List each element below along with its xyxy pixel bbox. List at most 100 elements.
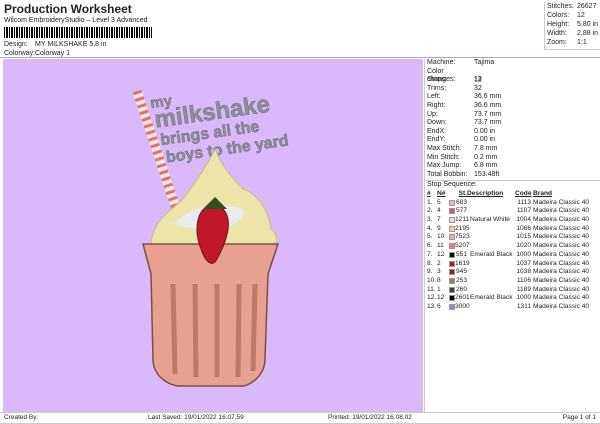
table-row: 11. 1 260 1189 Madeira Classic 40 xyxy=(427,286,600,295)
table-row: 1. 5 683 1113 Madeira Classic 40 xyxy=(427,199,600,208)
info-label: Zoom: xyxy=(547,39,567,46)
info-value: 26627 xyxy=(577,3,597,10)
info-row: EndX: 0.00 in xyxy=(425,128,600,137)
thread-code: 1113 xyxy=(517,198,531,206)
stitch-cell: 683 xyxy=(449,199,467,208)
thread-code: 1107 xyxy=(516,207,531,215)
needle-number: 1 xyxy=(437,285,441,293)
thread-code: 1189 xyxy=(516,285,531,293)
page-title: Production Worksheet xyxy=(4,2,132,16)
stop-number: 8. xyxy=(427,259,433,267)
stop-number: 4. xyxy=(427,224,433,232)
info-value: 36.6 mm xyxy=(474,101,502,109)
thread-brand: Madeira Classic 40 xyxy=(533,250,590,258)
info-label: Machine: xyxy=(427,59,456,66)
info-row: Machine: Tajima xyxy=(425,59,600,68)
stitch-cell: 7523 xyxy=(449,233,470,242)
stitch-count: 3000 xyxy=(455,303,470,311)
thread-code: 1015 xyxy=(516,233,531,241)
description xyxy=(467,286,515,295)
colorway-row: Colorway:Colorway 1 xyxy=(4,50,70,57)
info-value: 2.88 in xyxy=(577,30,599,37)
info-row: Width: 2.88 in xyxy=(547,29,600,38)
color-swatch xyxy=(449,269,455,276)
info-label: Height: xyxy=(547,21,570,28)
last-saved: Last Saved: 19/01/2022 16.07.59 xyxy=(148,414,244,421)
info-row: Up: 73.7 mm xyxy=(425,111,600,120)
thread-code: 1037 xyxy=(516,259,531,267)
thread-brand: Madeira Classic 40 xyxy=(533,303,590,311)
info-row: Total Bobbin: 153.48ft xyxy=(425,171,600,180)
stop-sequence-table: # N# St. Description Code Brand 1. 5 683 1113… xyxy=(427,190,600,312)
thread-code: 1038 xyxy=(516,268,531,276)
stop-number: 10. xyxy=(427,276,437,284)
column-header: Description xyxy=(467,189,504,197)
needle-number: 3 xyxy=(437,268,441,276)
stop-sequence-title: Stop Sequence: xyxy=(427,181,477,189)
table-row: 13. 6 3000 1311 Madeira Classic 40 xyxy=(427,303,600,312)
info-value: 153.48ft xyxy=(474,170,500,178)
needle-number: 10 xyxy=(437,233,445,241)
color-swatch xyxy=(449,251,455,258)
stitch-count: 577 xyxy=(455,207,467,215)
needle-number: 6 xyxy=(437,303,441,311)
info-row: Colors: 12 xyxy=(547,11,600,20)
stitch-cell: 577 xyxy=(449,207,467,216)
description xyxy=(467,242,515,251)
thread-brand: Madeira Classic 40 xyxy=(533,198,590,206)
thread-code: 1106 xyxy=(516,276,531,284)
info-label: Width: xyxy=(547,30,567,37)
design-canvas[interactable]: my milkshake brings all the boys to the … xyxy=(3,59,423,412)
info-row: Trims: 32 xyxy=(425,85,600,94)
info-value: 1:1 xyxy=(577,39,587,46)
column-header: N# xyxy=(437,189,446,197)
info-row: Color changes: 12 xyxy=(425,68,600,84)
colorway-label: Colorway: xyxy=(4,50,36,57)
stitch-cell: 3000 xyxy=(449,303,470,312)
info-row: Down: 73.7 mm xyxy=(425,119,600,128)
thread-code: 1311 xyxy=(516,303,531,311)
thread-brand: Madeira Classic 40 xyxy=(533,276,590,284)
info-row: Max Stitch: 7.8 mm xyxy=(425,145,600,154)
table-row: 3. 7 1211 Natural White 1004 Madeira Cla… xyxy=(427,216,600,225)
info-value: 0.00 in xyxy=(474,127,496,135)
page-number: Page 1 of 1 xyxy=(562,414,596,421)
thread-code: 1000 xyxy=(516,294,531,302)
thread-code: 1004 xyxy=(516,216,531,224)
stitch-count: 551 xyxy=(455,250,467,258)
thread-code: 1000 xyxy=(516,250,531,258)
color-swatch xyxy=(449,277,455,284)
stop-number: 3. xyxy=(427,216,433,224)
info-value: 73.7 mm xyxy=(474,119,502,127)
stitch-count: 253 xyxy=(455,276,467,284)
description: Natural White xyxy=(470,216,510,224)
info-label: Min Stitch: xyxy=(427,153,460,161)
thread-brand: Madeira Classic 40 xyxy=(533,216,590,224)
thread-brand: Madeira Classic 40 xyxy=(533,224,590,232)
info-value: 36.6 mm xyxy=(474,93,502,101)
design-text: my milkshake brings all the boys to the … xyxy=(149,90,290,166)
stitch-count: 1619 xyxy=(455,259,470,267)
stop-number: 6. xyxy=(427,242,433,250)
stitch-count: 2195 xyxy=(455,224,470,232)
info-label: Right: xyxy=(427,101,446,109)
description xyxy=(467,207,515,216)
column-header: St. xyxy=(458,189,467,197)
stitch-count: 683 xyxy=(455,198,467,206)
description xyxy=(467,225,515,234)
info-row: Right: 36.6 mm xyxy=(425,102,600,111)
info-row: Stitches: 26627 xyxy=(547,2,600,11)
needle-number: 12 xyxy=(437,250,445,258)
stop-number: 7. xyxy=(427,250,433,258)
info-value: 32 xyxy=(474,84,482,92)
stop-number: 13. xyxy=(427,303,437,311)
stitch-count: 1211 xyxy=(455,216,470,224)
info-row: EndY: 0.00 in xyxy=(425,136,600,145)
description xyxy=(467,233,515,242)
table-row: 8. 2 1619 1037 Madeira Classic 40 xyxy=(427,260,600,269)
info-label: Up: xyxy=(427,110,438,118)
description xyxy=(467,268,515,277)
table-row: 10. 8 253 1106 Madeira Classic 40 xyxy=(427,277,600,286)
thread-brand: Madeira Classic 40 xyxy=(533,242,590,250)
stop-number: 9. xyxy=(427,268,433,276)
